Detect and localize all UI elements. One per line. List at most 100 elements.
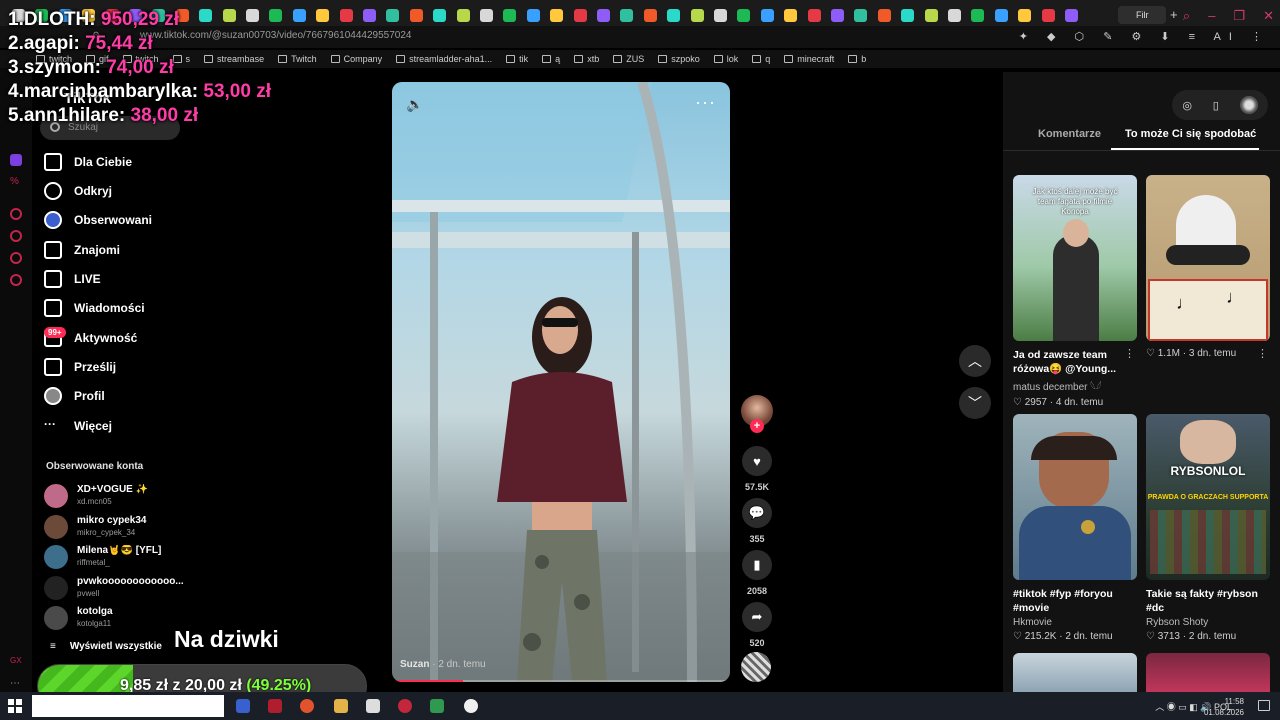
card-author[interactable]: Hkmovie	[1013, 617, 1137, 628]
chrome-icon[interactable]	[300, 699, 314, 713]
search-tabs-icon[interactable]: ⌕	[1183, 8, 1190, 24]
device-icon[interactable]: ▯	[1213, 99, 1219, 112]
browser-tab-icon[interactable]	[924, 9, 938, 22]
video-card[interactable]: ♩ ♩ ♡ 1.1M · 3 dn. temu ⋮	[1146, 175, 1270, 360]
video-player[interactable]: 🔈 ··· Suzan · 2 dn. temu	[392, 82, 730, 682]
taskbar-app-icon[interactable]	[430, 699, 444, 713]
sidebar-item[interactable]: ··· Więcej	[44, 415, 112, 437]
comment-icon[interactable]: 💬	[742, 498, 772, 528]
followed-account[interactable]: XD+VOGUE ✨ xd.mcn05	[44, 482, 184, 510]
bookmark-item[interactable]: lok	[713, 54, 738, 64]
close-icon[interactable]: ✕	[1263, 8, 1274, 24]
more-options-icon[interactable]: ···	[695, 92, 716, 113]
video-thumbnail-partial[interactable]	[1013, 653, 1137, 692]
bookmark-item[interactable]: Company	[330, 54, 382, 64]
more-side-icon[interactable]: ⋯	[10, 678, 22, 690]
tab-recommended[interactable]: To może Ci się spodobać	[1125, 128, 1256, 140]
previous-video-button[interactable]: ︿	[959, 345, 991, 377]
bookmark-item[interactable]: b	[848, 54, 866, 64]
bookmark-item[interactable]: Twitch	[278, 54, 317, 64]
obs-icon[interactable]	[398, 699, 412, 713]
chat-side-icon[interactable]	[10, 252, 22, 264]
bookmark-item[interactable]: ZUS	[613, 54, 644, 64]
browser-tab-icon[interactable]	[690, 9, 704, 22]
browser-tab-icon[interactable]	[573, 9, 587, 22]
extension-icons[interactable]: ✦ ◆ ⬡ ✎ ⚙ ⬇ ≡ AI ⋮	[1019, 30, 1270, 43]
taskbar-app-icon[interactable]	[236, 699, 250, 713]
share-action[interactable]: ➦ 520	[741, 602, 773, 648]
video-card[interactable]: Jak ktoś dalej może być team fagata po f…	[1013, 175, 1137, 408]
new-tab-icon[interactable]: +	[1170, 7, 1178, 22]
sidebar-item[interactable]: LIVE	[44, 268, 101, 290]
see-all-button[interactable]: ≡ Wyświetl wszystkie	[50, 641, 162, 652]
sidebar-item[interactable]: Odkryj	[44, 180, 112, 202]
browser-tab-icon[interactable]	[433, 9, 447, 22]
sidebar-item[interactable]: Prześlij	[44, 356, 116, 378]
video-thumbnail[interactable]	[1013, 414, 1137, 580]
browser-tab-icon[interactable]	[760, 9, 774, 22]
ai-extension-label[interactable]: AI	[1214, 31, 1240, 43]
save-action[interactable]: ▮ 2058	[741, 550, 773, 596]
sidebar-item[interactable]: Znajomi	[44, 239, 120, 261]
browser-tab-icon[interactable]	[456, 9, 470, 22]
card-more-icon[interactable]: ⋮	[1257, 347, 1268, 360]
card-author[interactable]: Rybson Shoty	[1146, 617, 1270, 628]
browser-tab-icon[interactable]	[620, 9, 634, 22]
browser-tab-icon[interactable]	[831, 9, 844, 22]
gx-side-icon[interactable]: GX	[10, 656, 22, 668]
maximize-icon[interactable]: ❐	[1233, 8, 1245, 24]
sound-disc-icon[interactable]	[741, 652, 771, 682]
coin-icon[interactable]: ◎	[1182, 99, 1192, 112]
browser-tab-icon[interactable]	[316, 9, 330, 22]
bookmark-item[interactable]: xtb	[574, 54, 599, 64]
browser-tab-icon[interactable]	[526, 9, 540, 22]
browser-tab-icon[interactable]	[784, 9, 798, 22]
browser-tab-icon[interactable]	[1041, 9, 1055, 22]
card-title[interactable]: Ja od zawsze team różowa😝 @Young...	[1013, 348, 1137, 376]
tab-comments[interactable]: Komentarze	[1038, 128, 1101, 140]
browser-tab-icon[interactable]	[667, 9, 681, 22]
card-author[interactable]: matus december 𓆩𓆪	[1013, 378, 1137, 394]
sidebar-item[interactable]: Profil	[44, 385, 105, 407]
browser-tab-icon[interactable]	[948, 9, 961, 22]
browser-tab-icon[interactable]	[269, 9, 283, 22]
volume-icon[interactable]: 🔈	[406, 96, 423, 113]
record-side-icon[interactable]	[10, 208, 22, 220]
browser-tab-icon[interactable]	[503, 9, 517, 22]
clock-side-icon[interactable]	[10, 230, 22, 242]
browser-tab-icon[interactable]	[386, 9, 400, 22]
browser-tab-icon[interactable]	[877, 9, 891, 22]
bookmark-item[interactable]: streamladder-aha1...	[396, 54, 492, 64]
browser-tab-icon[interactable]	[339, 9, 353, 22]
file-explorer-icon[interactable]	[334, 699, 348, 713]
followed-account[interactable]: mikro cypek34 mikro_cypek_34	[44, 513, 184, 541]
follow-button[interactable]: +	[750, 419, 764, 433]
browser-tab-icon[interactable]	[901, 9, 915, 22]
comment-action[interactable]: 💬 355	[741, 498, 773, 544]
card-more-icon[interactable]: ⋮	[1124, 347, 1135, 360]
browser-tab-icon[interactable]	[480, 9, 493, 22]
browser-tab-icon[interactable]	[714, 9, 727, 22]
card-title[interactable]: Takie są fakty #rybson #dc	[1146, 587, 1270, 615]
browser-tab-icon[interactable]	[737, 9, 751, 22]
browser-tab-icon[interactable]	[550, 9, 564, 22]
video-thumbnail[interactable]: Jak ktoś dalej może być team fagata po f…	[1013, 175, 1137, 341]
browser-tab-icon[interactable]	[1018, 9, 1032, 22]
bookmark-item[interactable]: szpoko	[658, 54, 700, 64]
heart-icon[interactable]: ♥	[742, 446, 772, 476]
notification-icon[interactable]	[1258, 700, 1270, 711]
taskbar-search[interactable]	[32, 695, 224, 717]
share-icon[interactable]: ➦	[742, 602, 772, 632]
opera-gx-icon[interactable]	[268, 699, 282, 713]
video-progress-track[interactable]	[392, 680, 730, 682]
active-tab[interactable]: Filr	[1118, 6, 1166, 24]
browser-tab-icon[interactable]	[597, 9, 610, 22]
browser-tab-icon[interactable]	[409, 9, 423, 22]
bookmark-item[interactable]: q	[752, 54, 770, 64]
card-title[interactable]: #tiktok #fyp #foryou #movie	[1013, 587, 1137, 615]
video-card[interactable]: #tiktok #fyp #foryou #movie Hkmovie ♡ 21…	[1013, 414, 1137, 642]
bookmark-icon[interactable]: ▮	[742, 550, 772, 580]
percent-side-icon[interactable]: %	[10, 176, 22, 188]
twitch-side-icon[interactable]	[10, 154, 22, 166]
browser-tab-icon[interactable]	[994, 9, 1008, 22]
